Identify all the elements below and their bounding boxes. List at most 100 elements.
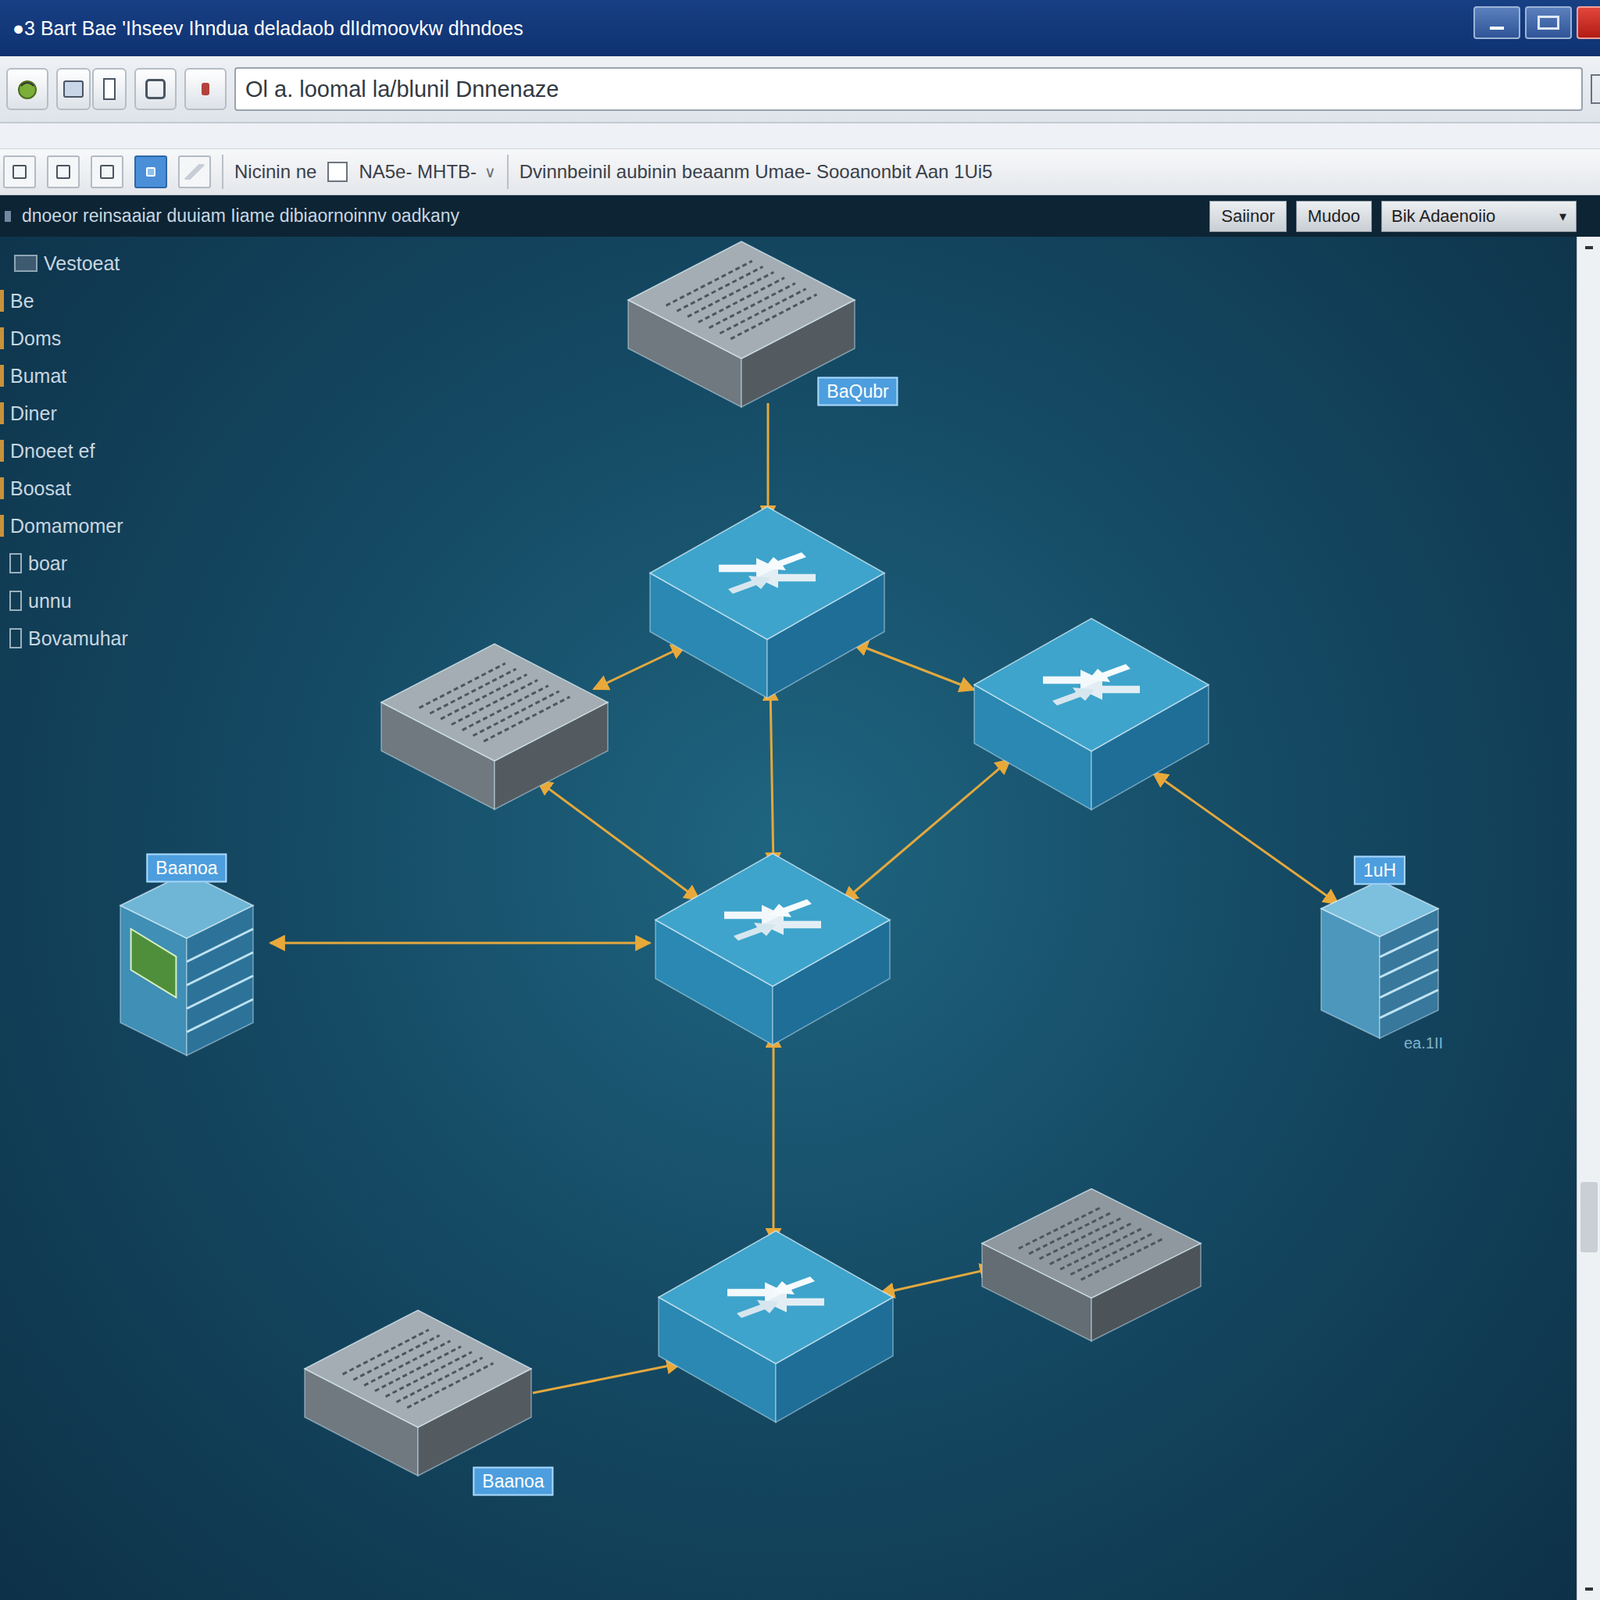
server-node[interactable] xyxy=(381,643,608,810)
header-button[interactable]: Mudoo xyxy=(1296,200,1372,233)
node-label[interactable]: Baanoa xyxy=(146,853,227,883)
scroll-thumb[interactable] xyxy=(1580,1182,1598,1253)
device-node[interactable] xyxy=(120,872,254,1056)
diagram-canvas: Vestoeat Be Doms BumatDinerDnoeet ef Boosat D… xyxy=(0,236,1577,1600)
sidebar-label: Bovamuhar xyxy=(28,627,129,650)
title-bar: ●3 Bart Bae 'Ihseev Ihndua deladaob dlId… xyxy=(0,0,1600,57)
document-icon xyxy=(63,80,84,98)
go-icon[interactable] xyxy=(1590,74,1600,104)
page-button[interactable] xyxy=(92,67,127,111)
back-icon xyxy=(14,76,40,102)
maximize-icon xyxy=(1537,15,1560,30)
view-button[interactable] xyxy=(56,67,91,111)
back-button[interactable] xyxy=(6,67,49,111)
link-line[interactable] xyxy=(532,1363,682,1393)
header-dropdown[interactable]: Bik Adaenoiio▾ xyxy=(1381,200,1577,233)
scroll-down-icon[interactable] xyxy=(1585,1587,1593,1591)
sidebar-item[interactable]: Doms xyxy=(0,319,129,358)
link-line[interactable] xyxy=(842,759,1011,902)
diagram-header: dnoeor reinsaaiar duuiam Iiame dibiaorno… xyxy=(0,195,1600,237)
link-line[interactable] xyxy=(593,645,686,690)
node-label[interactable]: Baanoa xyxy=(472,1467,554,1497)
vertical-scrollbar[interactable] xyxy=(1576,236,1600,1600)
divider xyxy=(221,154,224,190)
maximize-button[interactable] xyxy=(1525,6,1572,40)
sidebar-item[interactable]: Boosat xyxy=(0,469,129,508)
header-button[interactable]: Saiinor xyxy=(1209,200,1286,233)
switch-arrows-icon xyxy=(1042,664,1140,706)
refresh-button[interactable] xyxy=(134,67,177,111)
sidebar-item[interactable]: Be xyxy=(0,282,129,320)
sidebar-item[interactable]: boar xyxy=(0,544,129,583)
tool-icon xyxy=(12,164,27,179)
node-tag: ea.1II xyxy=(1403,1034,1443,1053)
switch-arrows-icon xyxy=(727,1276,825,1318)
tool-button[interactable] xyxy=(3,155,36,189)
link-line[interactable] xyxy=(767,403,770,521)
sidebar-item[interactable]: Domamomer xyxy=(0,507,129,545)
node-label[interactable]: 1uH xyxy=(1353,856,1406,886)
scroll-up-icon[interactable] xyxy=(1585,246,1593,250)
sidebar-label: Boosat xyxy=(10,477,72,500)
tool-button[interactable] xyxy=(178,155,211,189)
link-line[interactable] xyxy=(853,642,975,690)
server-node[interactable] xyxy=(304,1310,532,1476)
sidebar: Vestoeat Be Doms BumatDinerDnoeet ef Boosat D… xyxy=(0,244,129,658)
link-line[interactable] xyxy=(270,942,650,945)
sidebar-item[interactable]: Diner xyxy=(0,394,129,433)
link-line[interactable] xyxy=(537,780,700,900)
link-line[interactable] xyxy=(770,685,774,868)
menu-gap xyxy=(0,123,1600,149)
tool-icon xyxy=(56,164,71,179)
dropdown-value: Bik Adaenoiio xyxy=(1391,206,1496,227)
switch-node[interactable] xyxy=(658,1231,893,1423)
sidebar-item[interactable]: Vestoeat xyxy=(0,244,129,283)
stop-icon xyxy=(201,82,210,96)
header-controls: Saiinor Mudoo Bik Adaenoiio▾ xyxy=(1209,200,1600,233)
appliance-node[interactable] xyxy=(982,1189,1201,1342)
folder-icon xyxy=(0,327,4,350)
link-line[interactable] xyxy=(772,1032,775,1243)
minimize-button[interactable] xyxy=(1473,6,1521,40)
sidebar-label: Domamomer xyxy=(10,514,123,538)
folder-icon xyxy=(0,439,4,462)
switch-node[interactable] xyxy=(650,507,885,699)
sidebar-label: Doms xyxy=(10,327,61,350)
sidebar-item[interactable]: Dnoeet ef xyxy=(0,432,129,470)
address-field[interactable]: Ol a. loomal la/blunil Dnnenaze xyxy=(234,67,1583,111)
diagram-caption: dnoeor reinsaaiar duuiam Iiame dibiaorno… xyxy=(21,205,1199,227)
dropdown-value: NA5e- MHTB- xyxy=(358,160,477,183)
tool-button[interactable] xyxy=(90,155,124,189)
sidebar-item[interactable]: Bumat xyxy=(0,357,129,395)
node-label[interactable]: BaQubr xyxy=(817,377,898,407)
folder-icon xyxy=(0,402,4,425)
switch-arrows-icon xyxy=(724,899,822,941)
stop-button[interactable] xyxy=(184,67,227,111)
toolbar: Nicinin neNA5e- MHTB-∨Dvinnbeinil aubini… xyxy=(0,148,1600,196)
tool-button[interactable] xyxy=(46,155,80,189)
file-icon xyxy=(9,590,22,611)
toolbar-checkbox[interactable] xyxy=(327,161,348,183)
switch-node[interactable] xyxy=(655,853,890,1046)
toolbar-dropdown[interactable]: NA5e- MHTB-∨ xyxy=(358,160,496,183)
tool-icon xyxy=(184,164,205,180)
close-button[interactable] xyxy=(1576,6,1600,40)
window-controls xyxy=(1473,0,1600,40)
sidebar-item[interactable]: Bovamuhar xyxy=(0,619,129,658)
tool-icon xyxy=(146,167,156,177)
sidebar-label: Be xyxy=(10,289,35,313)
address-bar: Ol a. loomal la/blunil Dnnenaze xyxy=(0,56,1600,124)
file-icon xyxy=(9,553,22,574)
file-icon xyxy=(9,628,22,649)
building-node[interactable] xyxy=(1321,880,1439,1039)
sidebar-item[interactable]: unnu xyxy=(0,582,129,620)
tool-button[interactable] xyxy=(134,155,168,189)
switch-node[interactable] xyxy=(974,618,1209,811)
sidebar-label: unnu xyxy=(28,589,72,613)
link-line[interactable] xyxy=(1153,772,1339,904)
divider xyxy=(507,154,509,190)
window-title: ●3 Bart Bae 'Ihseev Ihndua deladaob dlId… xyxy=(12,17,1461,40)
network-diagram xyxy=(0,236,1577,1600)
link-line[interactable] xyxy=(879,1267,995,1294)
minimize-icon xyxy=(1489,26,1504,30)
